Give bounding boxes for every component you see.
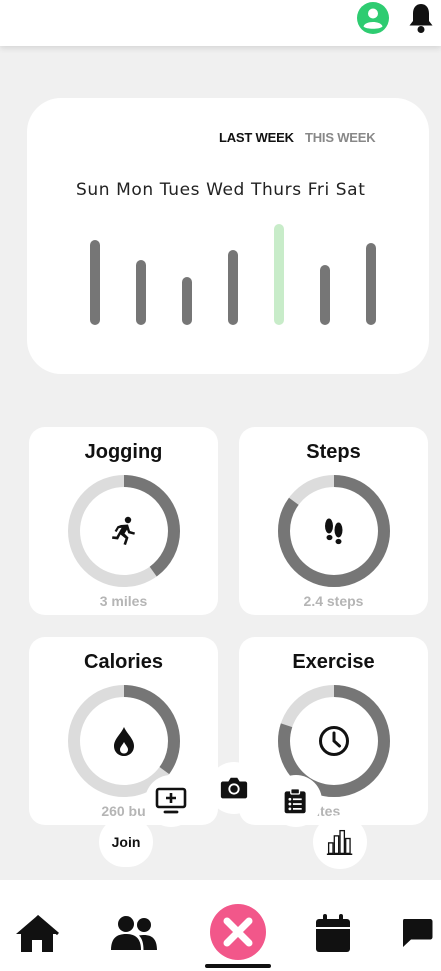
steps-card[interactable]: Steps 2.4 steps bbox=[239, 427, 428, 615]
calendar-icon[interactable] bbox=[314, 913, 352, 953]
jogging-card[interactable]: Jogging 3 miles bbox=[29, 427, 218, 615]
users-icon[interactable] bbox=[109, 914, 159, 952]
stat-title: Calories bbox=[84, 651, 163, 673]
flame-drop-icon bbox=[114, 727, 134, 756]
exercise-card[interactable]: Exercise inutes bbox=[239, 637, 428, 825]
screen-add-button[interactable] bbox=[145, 775, 197, 827]
screen-add-icon bbox=[155, 787, 187, 814]
running-person-icon bbox=[112, 516, 135, 545]
clipboard-button[interactable] bbox=[270, 775, 322, 827]
bar-thurs bbox=[274, 224, 284, 325]
clipboard-list-icon bbox=[284, 788, 306, 814]
top-bar bbox=[0, 0, 441, 46]
clock-icon bbox=[319, 726, 349, 756]
bottom-nav bbox=[0, 880, 441, 971]
bar-sat bbox=[366, 243, 376, 325]
bar-chart-button[interactable] bbox=[313, 815, 367, 869]
stat-value: 3 miles bbox=[99, 593, 148, 609]
bar-chart-icon bbox=[326, 829, 353, 856]
tab-last-week[interactable]: LAST WEEK bbox=[219, 130, 294, 145]
chat-icon[interactable] bbox=[401, 917, 433, 949]
home-indicator bbox=[205, 964, 271, 968]
week-tabs: LAST WEEK THIS WEEK bbox=[0, 130, 441, 146]
camera-icon bbox=[220, 777, 248, 799]
user-circle-icon[interactable] bbox=[356, 1, 390, 35]
home-icon[interactable] bbox=[14, 914, 60, 954]
stat-title: Steps bbox=[306, 441, 361, 463]
join-label: Join bbox=[111, 834, 141, 850]
bar-mon bbox=[136, 260, 146, 325]
bar-wed bbox=[228, 250, 238, 325]
stat-value: 2.4 steps bbox=[303, 593, 364, 609]
bar-fri bbox=[320, 265, 330, 325]
bell-icon[interactable] bbox=[406, 1, 436, 35]
tab-this-week[interactable]: THIS WEEK bbox=[305, 130, 376, 145]
close-button[interactable] bbox=[210, 904, 266, 960]
stat-title: Jogging bbox=[84, 441, 163, 463]
close-icon bbox=[223, 917, 253, 947]
stat-title: Exercise bbox=[292, 651, 375, 673]
camera-button[interactable] bbox=[208, 762, 260, 814]
bar-tues bbox=[182, 277, 192, 325]
join-button[interactable]: Join bbox=[99, 817, 153, 867]
day-labels: Sun Mon Tues Wed Thurs Fri Sat bbox=[76, 180, 366, 200]
footprints-icon bbox=[325, 518, 343, 545]
bar-sun bbox=[90, 240, 100, 325]
